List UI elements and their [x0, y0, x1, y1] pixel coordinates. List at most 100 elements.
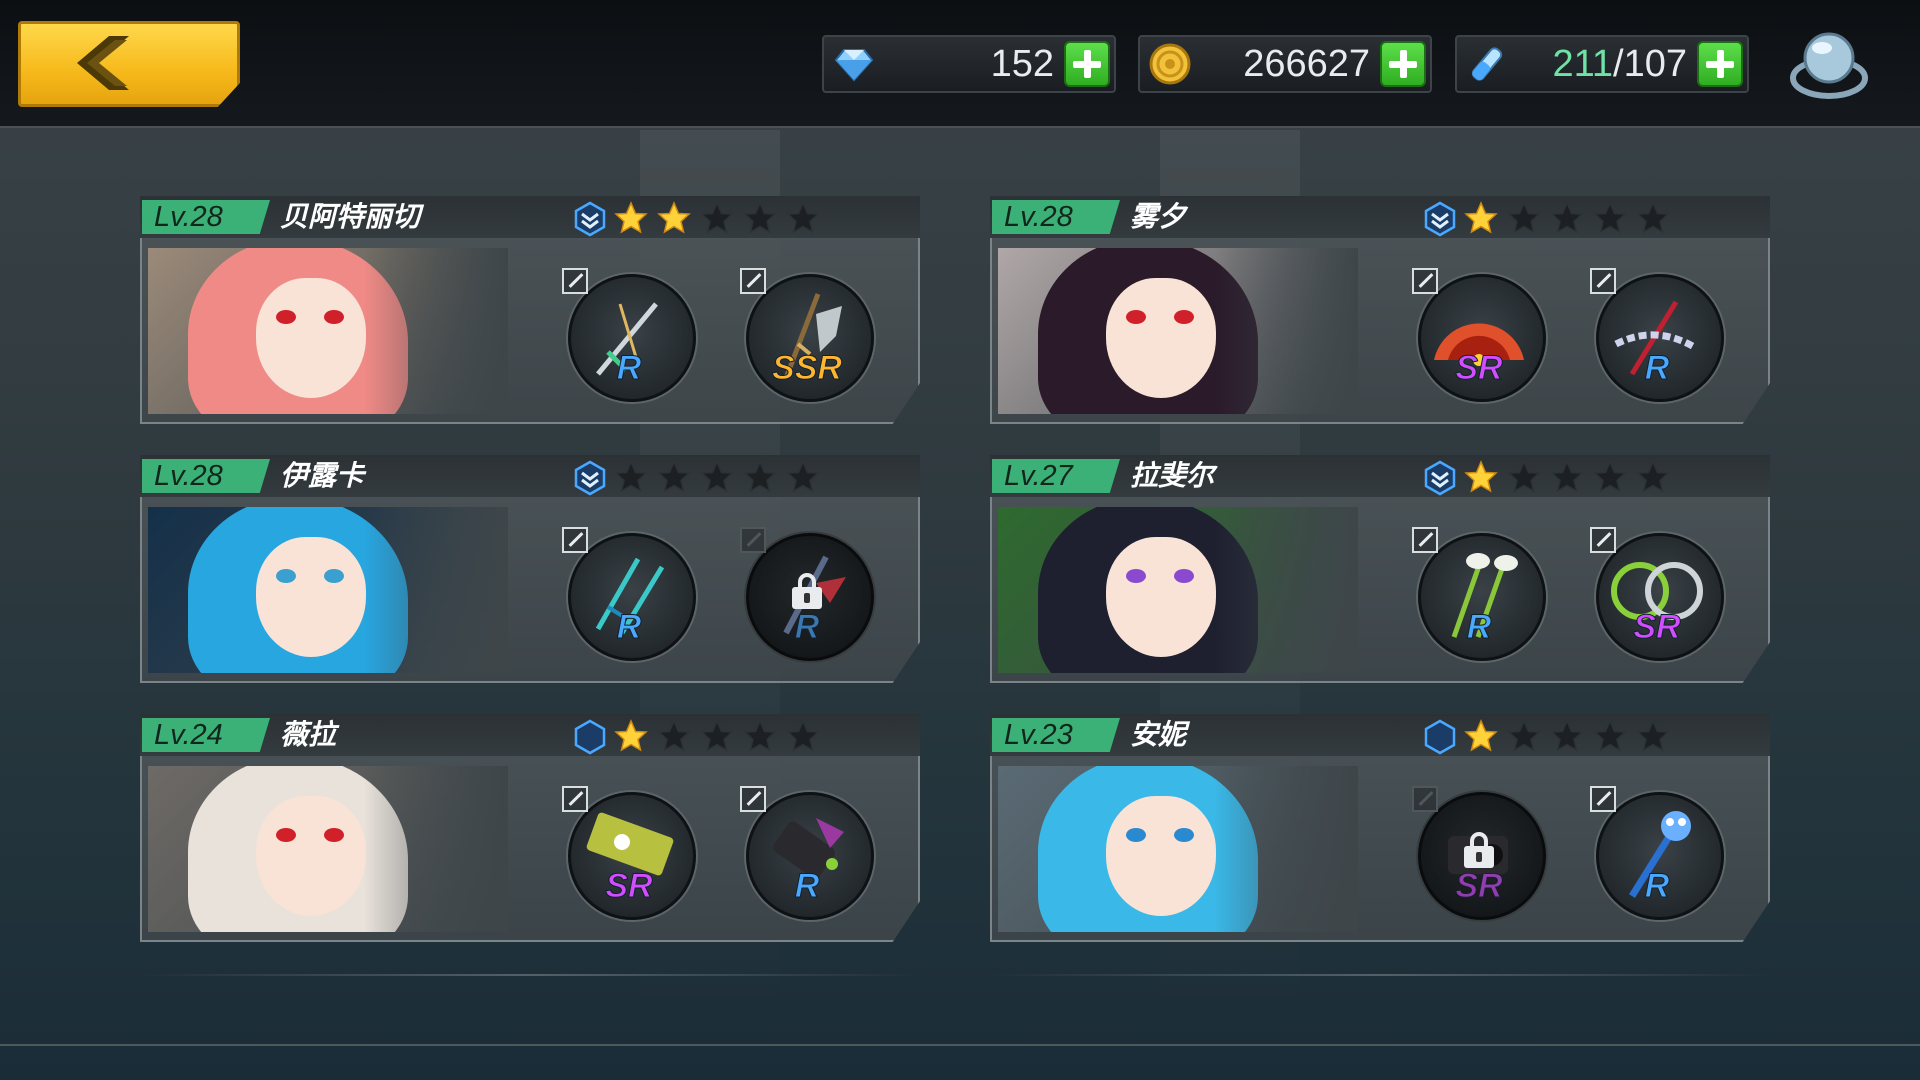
character-card[interactable]: Lv.27 拉斐尔 R SR [990, 455, 1770, 683]
edit-icon[interactable] [1590, 527, 1616, 553]
character-name: 贝阿特丽切 [280, 200, 421, 233]
star-filled-icon [1464, 460, 1498, 493]
gold-count: 266627 [1243, 43, 1370, 85]
star-empty-icon [700, 460, 734, 493]
character-portrait[interactable] [998, 766, 1358, 932]
character-name: 伊露卡 [280, 459, 365, 492]
edit-icon[interactable] [1590, 786, 1616, 812]
weapon-slot[interactable]: R [740, 786, 874, 920]
character-name: 安妮 [1130, 718, 1187, 751]
gold-coin-icon [1149, 43, 1191, 85]
card-header: Lv.28 贝阿特丽切 [140, 196, 920, 238]
character-portrait[interactable] [998, 248, 1358, 414]
star-filled-icon [1464, 201, 1498, 234]
portrait-eye [1174, 569, 1194, 583]
add-diamond-button[interactable] [1064, 41, 1110, 87]
edit-icon[interactable] [562, 786, 588, 812]
divider [990, 974, 1770, 976]
hexagon-icon [574, 719, 606, 755]
weapon-rarity: R [1466, 608, 1492, 646]
portrait-eye [276, 569, 296, 583]
character-name: 薇拉 [280, 718, 337, 751]
weapon-slot[interactable]: R [1590, 786, 1724, 920]
edit-icon[interactable] [1412, 268, 1438, 294]
card-header: Lv.24 薇拉 [140, 714, 920, 756]
portrait-face [1106, 796, 1216, 916]
edit-icon[interactable] [740, 527, 766, 553]
weapon-slot[interactable]: SR [1590, 527, 1724, 661]
portrait-eye [324, 569, 344, 583]
stamina-potion-icon [1471, 47, 1503, 81]
star-empty-icon [1593, 719, 1627, 752]
hexagon-icon [1424, 719, 1456, 755]
star-rating [1464, 460, 1679, 496]
crystal-orb-button[interactable] [1786, 22, 1872, 106]
shield-chevron-icon [574, 201, 606, 237]
character-card[interactable]: Lv.28 雾夕 SR R [990, 196, 1770, 424]
portrait-face [256, 796, 366, 916]
card-header: Lv.23 安妮 [990, 714, 1770, 756]
portrait-eye [276, 828, 296, 842]
weapon-slot[interactable]: R [740, 527, 874, 661]
weapon-slot[interactable]: SSR [740, 268, 874, 402]
shield-chevron-icon [1424, 201, 1456, 237]
weapon-slot[interactable]: R [1590, 268, 1724, 402]
character-card[interactable]: Lv.28 伊露卡 R R [140, 455, 920, 683]
star-filled-icon [614, 201, 648, 234]
back-button[interactable] [18, 21, 240, 107]
weapon-slot[interactable]: R [1412, 527, 1546, 661]
weapon-rarity: R [616, 349, 642, 387]
edit-icon[interactable] [1412, 786, 1438, 812]
character-card[interactable]: Lv.23 安妮 SR R [990, 714, 1770, 942]
character-portrait[interactable] [148, 766, 508, 932]
portrait-face [256, 537, 366, 657]
level-badge: Lv.27 [992, 459, 1120, 493]
edit-icon[interactable] [562, 268, 588, 294]
character-portrait[interactable] [148, 507, 508, 673]
level-badge: Lv.28 [142, 200, 270, 234]
star-rating [1464, 719, 1679, 755]
edit-icon[interactable] [740, 786, 766, 812]
edit-icon[interactable] [1590, 268, 1616, 294]
stamina-max: 107 [1623, 43, 1687, 85]
edit-icon[interactable] [562, 527, 588, 553]
portrait-eye [1126, 828, 1146, 842]
stamina-count: 211/107 [1552, 43, 1687, 85]
portrait-face [256, 278, 366, 398]
character-name: 雾夕 [1130, 200, 1187, 233]
portrait-hair [188, 248, 408, 414]
weapon-rarity: R [1644, 349, 1670, 387]
star-filled-icon [657, 201, 691, 234]
weapon-slot[interactable]: SR [1412, 786, 1546, 920]
level-badge: Lv.24 [142, 718, 270, 752]
level-badge: Lv.23 [992, 718, 1120, 752]
portrait-eye [1126, 569, 1146, 583]
weapon-slot[interactable]: R [562, 268, 696, 402]
weapon-rarity: R [616, 608, 642, 646]
star-empty-icon [614, 460, 648, 493]
add-stamina-button[interactable] [1697, 41, 1743, 87]
character-portrait[interactable] [148, 248, 508, 414]
portrait-eye [324, 828, 344, 842]
star-empty-icon [1507, 719, 1541, 752]
stamina-separator: / [1613, 43, 1624, 85]
weapon-slot[interactable]: R [562, 527, 696, 661]
weapon-rarity: R [794, 867, 820, 905]
top-bar: 152 266627 211/107 [0, 0, 1920, 128]
portrait-eye [1126, 310, 1146, 324]
edit-icon[interactable] [740, 268, 766, 294]
star-empty-icon [1636, 719, 1670, 752]
portrait-face [1106, 537, 1216, 657]
character-portrait[interactable] [998, 507, 1358, 673]
character-card[interactable]: Lv.28 贝阿特丽切 R SSR [140, 196, 920, 424]
character-card[interactable]: Lv.24 薇拉 SR R [140, 714, 920, 942]
weapon-slot[interactable]: SR [1412, 268, 1546, 402]
gold-counter: 266627 [1138, 35, 1432, 93]
shield-chevron-icon [574, 460, 606, 496]
edit-icon[interactable] [1412, 527, 1438, 553]
weapon-slot[interactable]: SR [562, 786, 696, 920]
star-empty-icon [786, 460, 820, 493]
add-gold-button[interactable] [1380, 41, 1426, 87]
star-empty-icon [657, 719, 691, 752]
shield-chevron-icon [1424, 460, 1456, 496]
